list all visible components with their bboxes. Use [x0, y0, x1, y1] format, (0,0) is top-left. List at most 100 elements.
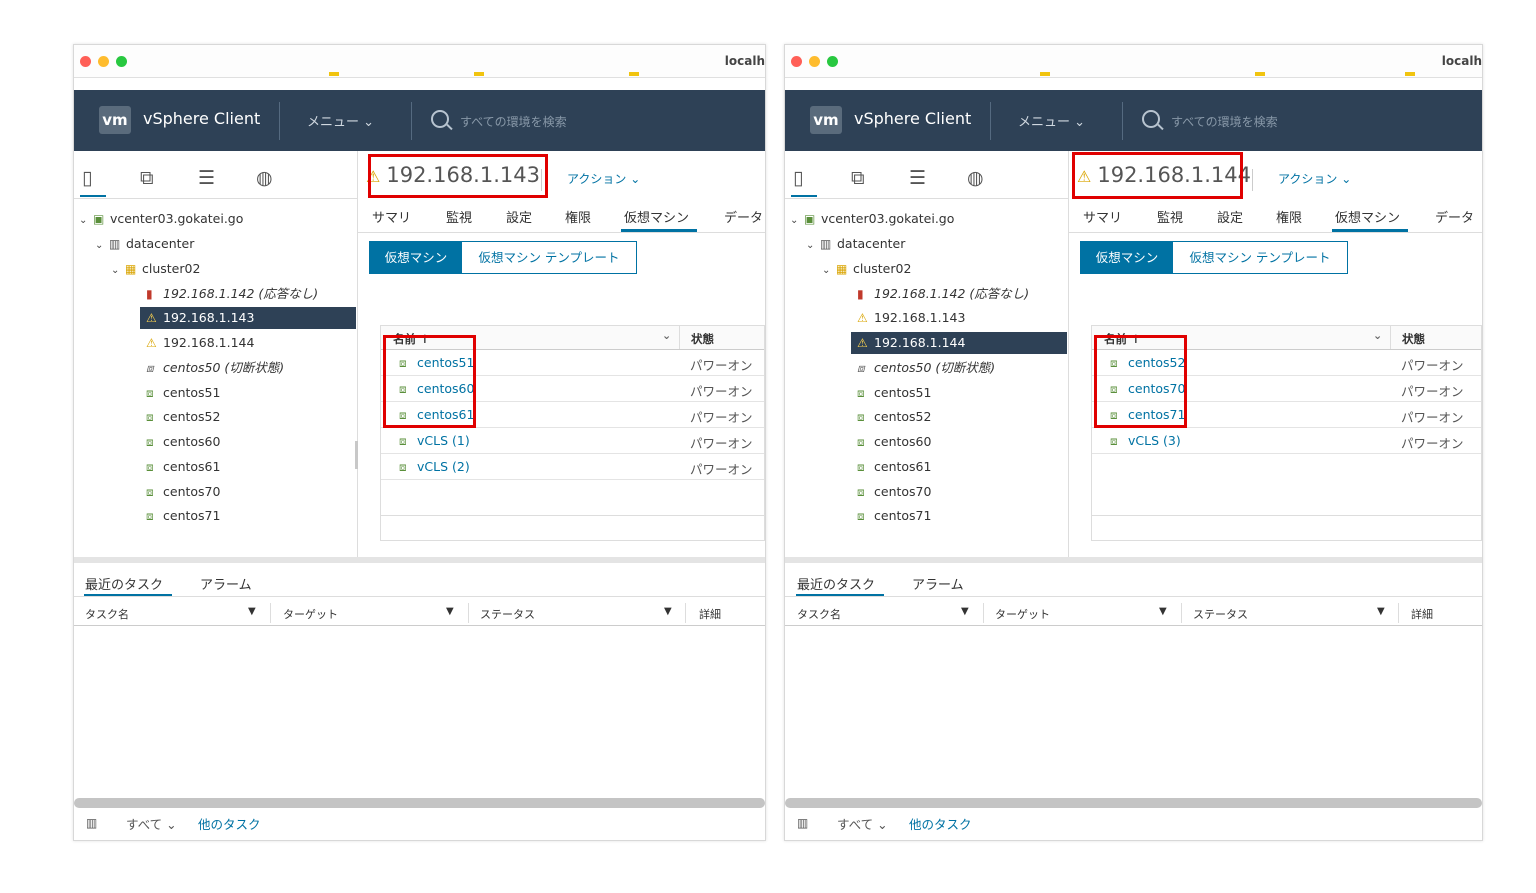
- tree-node-vm[interactable]: ⧈ centos50 (切断状態): [146, 357, 284, 379]
- tab-alarms[interactable]: アラーム: [912, 574, 964, 593]
- column-divider[interactable]: [270, 603, 271, 623]
- chevron-down-icon[interactable]: ⌄: [1373, 329, 1382, 342]
- tree-node-vm[interactable]: ⧈ centos60: [857, 431, 931, 453]
- table-row[interactable]: ⧈ vCLS (1) パワーオン: [381, 428, 764, 454]
- chevron-down-icon[interactable]: ⌄: [111, 260, 125, 282]
- column-task-name[interactable]: タスク名: [797, 606, 841, 622]
- table-row[interactable]: ⧈ vCLS (3) パワーオン: [1092, 428, 1481, 454]
- tab-vms[interactable]: 仮想マシン: [1335, 207, 1400, 226]
- storage-icon[interactable]: ☰: [909, 168, 926, 188]
- menu-dropdown[interactable]: メニュー ⌄: [1018, 111, 1085, 130]
- tree-node-vm[interactable]: ⧈ centos51: [146, 382, 220, 404]
- task-table-scrollbar[interactable]: [785, 798, 1482, 808]
- column-toggle-icon[interactable]: ▥: [86, 816, 97, 830]
- actions-dropdown[interactable]: アクション ⌄: [567, 170, 640, 187]
- networking-icon[interactable]: ◍: [967, 168, 984, 188]
- chevron-down-icon[interactable]: ⌄: [822, 260, 836, 282]
- address-bar-url[interactable]: localh: [725, 54, 765, 68]
- tree-node-vm[interactable]: ⧈ centos61: [146, 456, 220, 478]
- column-toggle-icon[interactable]: ▥: [797, 816, 808, 830]
- column-divider[interactable]: [1181, 603, 1182, 623]
- tree-node-vm[interactable]: ⧈ centos71: [857, 505, 931, 527]
- minimize-window-button[interactable]: [809, 56, 820, 67]
- filter-icon[interactable]: ▼: [1159, 606, 1167, 617]
- tree-node-host-143[interactable]: ⚠ 192.168.1.143: [857, 307, 965, 329]
- bookmark-icon[interactable]: [629, 72, 639, 76]
- minimize-window-button[interactable]: [98, 56, 109, 67]
- column-details[interactable]: 詳細: [1411, 606, 1433, 622]
- tab-summary[interactable]: サマリ: [372, 207, 411, 226]
- tree-node-vm[interactable]: ⧈ centos50 (切断状態): [857, 357, 995, 379]
- tree-node-datacenter[interactable]: ⌄ ▥ datacenter: [806, 233, 905, 255]
- filter-icon[interactable]: ▼: [446, 606, 454, 617]
- search-icon[interactable]: [431, 110, 449, 128]
- storage-icon[interactable]: ☰: [198, 168, 215, 188]
- tree-node-datacenter[interactable]: ⌄ ▥ datacenter: [95, 233, 194, 255]
- tree-node-host-142[interactable]: ▮ 192.168.1.142 (応答なし): [857, 283, 1029, 305]
- search-icon[interactable]: [1142, 110, 1160, 128]
- tree-node-vm[interactable]: ⧈ centos60: [146, 431, 220, 453]
- vms-and-templates-icon[interactable]: ⧉: [851, 168, 865, 188]
- tree-node-vm[interactable]: ⧈ centos52: [146, 406, 220, 428]
- task-filter-dropdown[interactable]: すべて ⌄: [126, 814, 177, 833]
- menu-dropdown[interactable]: メニュー ⌄: [307, 111, 374, 130]
- tree-node-host-142[interactable]: ▮ 192.168.1.142 (応答なし): [146, 283, 318, 305]
- vms-button[interactable]: 仮想マシン: [1080, 241, 1174, 274]
- tree-node-vm[interactable]: ⧈ centos70: [857, 481, 931, 503]
- column-divider[interactable]: [468, 603, 469, 623]
- tree-node-vcenter[interactable]: ⌄ ▣ vcenter03.gokatei.go: [79, 208, 243, 230]
- table-row[interactable]: ⧈ vCLS (2) パワーオン: [381, 454, 764, 480]
- task-filter-dropdown[interactable]: すべて ⌄: [837, 814, 888, 833]
- tab-recent-tasks[interactable]: 最近のタスク: [85, 574, 163, 593]
- zoom-window-button[interactable]: [827, 56, 838, 67]
- bookmark-icon[interactable]: [1405, 72, 1415, 76]
- tree-node-vm[interactable]: ⧈ centos51: [857, 382, 931, 404]
- tab-configure[interactable]: 設定: [1217, 207, 1243, 226]
- bookmark-icon[interactable]: [329, 72, 339, 76]
- more-tasks-link[interactable]: 他のタスク: [198, 814, 261, 833]
- actions-dropdown[interactable]: アクション ⌄: [1278, 170, 1351, 187]
- tree-node-vm[interactable]: ⧈ centos52: [857, 406, 931, 428]
- chevron-down-icon[interactable]: ⌄: [662, 329, 671, 342]
- tab-monitor[interactable]: 監視: [1157, 207, 1183, 226]
- tab-datastores[interactable]: データ: [1435, 207, 1474, 226]
- chevron-down-icon[interactable]: ⌄: [95, 235, 109, 257]
- tree-node-vm[interactable]: ⧈ centos61: [857, 456, 931, 478]
- bookmark-icon[interactable]: [1040, 72, 1050, 76]
- column-target[interactable]: ターゲット: [995, 606, 1050, 622]
- search-input[interactable]: すべての環境を検索: [460, 113, 567, 130]
- tree-node-host-144[interactable]: ⚠ 192.168.1.144: [146, 332, 254, 354]
- address-bar-url[interactable]: localh: [1442, 54, 1482, 68]
- filter-icon[interactable]: ▼: [248, 606, 256, 617]
- filter-icon[interactable]: ▼: [1377, 606, 1385, 617]
- vms-button[interactable]: 仮想マシン: [369, 241, 463, 274]
- tree-node-vcenter[interactable]: ⌄ ▣ vcenter03.gokatei.go: [790, 208, 954, 230]
- hosts-and-clusters-icon[interactable]: ▯: [82, 168, 92, 188]
- column-divider[interactable]: [685, 603, 686, 623]
- column-state-header[interactable]: 状態: [691, 331, 714, 347]
- tab-monitor[interactable]: 監視: [446, 207, 472, 226]
- bookmark-icon[interactable]: [474, 72, 484, 76]
- bookmark-icon[interactable]: [1255, 72, 1265, 76]
- chevron-down-icon[interactable]: ⌄: [79, 210, 93, 232]
- column-divider[interactable]: [983, 603, 984, 623]
- filter-icon[interactable]: ▼: [664, 606, 672, 617]
- networking-icon[interactable]: ◍: [256, 168, 273, 188]
- column-status[interactable]: ステータス: [480, 606, 535, 622]
- vms-and-templates-icon[interactable]: ⧉: [140, 168, 154, 188]
- tab-alarms[interactable]: アラーム: [200, 574, 252, 593]
- tab-recent-tasks[interactable]: 最近のタスク: [797, 574, 875, 593]
- tab-permissions[interactable]: 権限: [565, 207, 591, 226]
- tree-node-vm[interactable]: ⧈ centos71: [146, 505, 220, 527]
- hosts-and-clusters-icon[interactable]: ▯: [793, 168, 803, 188]
- tree-node-host-144[interactable]: ⚠ 192.168.1.144: [851, 332, 1067, 354]
- tab-vms[interactable]: 仮想マシン: [624, 207, 689, 226]
- tab-configure[interactable]: 設定: [506, 207, 532, 226]
- search-input[interactable]: すべての環境を検索: [1171, 113, 1278, 130]
- vm-templates-button[interactable]: 仮想マシン テンプレート: [461, 241, 637, 274]
- column-divider[interactable]: [1390, 326, 1391, 349]
- chevron-down-icon[interactable]: ⌄: [790, 210, 804, 232]
- tree-node-vm[interactable]: ⧈ centos70: [146, 481, 220, 503]
- column-state-header[interactable]: 状態: [1402, 331, 1425, 347]
- tab-datastores[interactable]: データ: [724, 207, 763, 226]
